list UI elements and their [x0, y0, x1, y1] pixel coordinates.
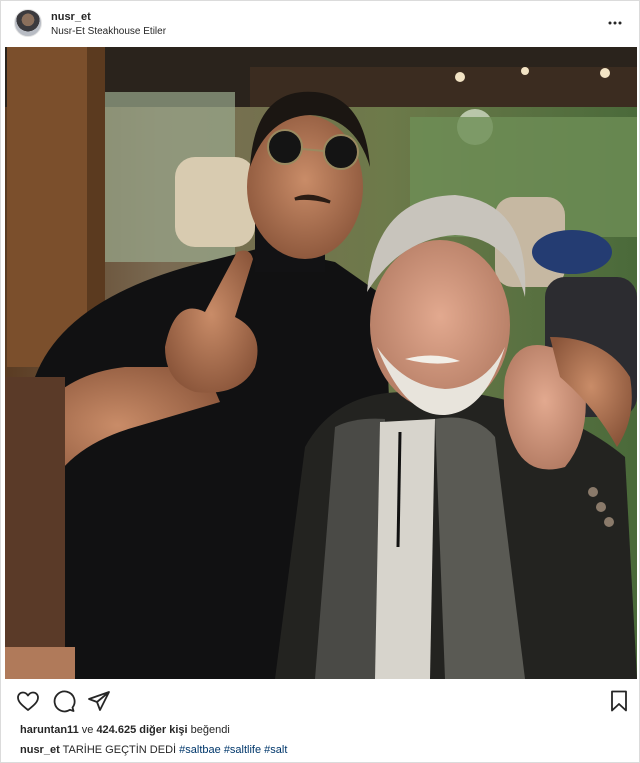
likes-suffix: beğendi	[190, 724, 230, 736]
instagram-post: nusr_et Nusr-Et Steakhouse Etiler harunt…	[0, 0, 640, 763]
post-username[interactable]: nusr_et	[51, 10, 166, 24]
post-location[interactable]: Nusr-Et Steakhouse Etiler	[51, 25, 166, 38]
bookmark-icon[interactable]	[607, 689, 631, 713]
likes-others[interactable]: diğer kişi	[139, 724, 187, 736]
hashtag[interactable]: #saltlife	[224, 744, 261, 756]
caption-text: TARİHE GEÇTİN DEDİ	[62, 744, 177, 756]
more-options-icon[interactable]	[605, 13, 625, 33]
user-info: nusr_et Nusr-Et Steakhouse Etiler	[51, 10, 166, 38]
post-actions	[1, 685, 639, 717]
hashtag[interactable]: #saltbae	[179, 744, 221, 756]
photo-illustration	[5, 47, 637, 679]
likes-count[interactable]: 424.625	[96, 724, 136, 736]
avatar[interactable]	[14, 9, 42, 37]
post-caption: nusr_et TARİHE GEÇTİN DEDİ #saltbae #sal…	[20, 743, 287, 757]
post-header: nusr_et Nusr-Et Steakhouse Etiler	[1, 1, 639, 47]
heart-icon[interactable]	[16, 689, 40, 713]
likes-summary: haruntan11 ve 424.625 diğer kişi beğendi	[20, 723, 230, 737]
post-photo[interactable]	[5, 47, 637, 679]
liker-username[interactable]: haruntan11	[20, 724, 79, 736]
hashtag[interactable]: #salt	[264, 744, 287, 756]
comment-icon[interactable]	[52, 689, 76, 713]
likes-connector: ve	[81, 724, 94, 736]
share-icon[interactable]	[87, 689, 111, 713]
caption-username[interactable]: nusr_et	[20, 744, 60, 756]
